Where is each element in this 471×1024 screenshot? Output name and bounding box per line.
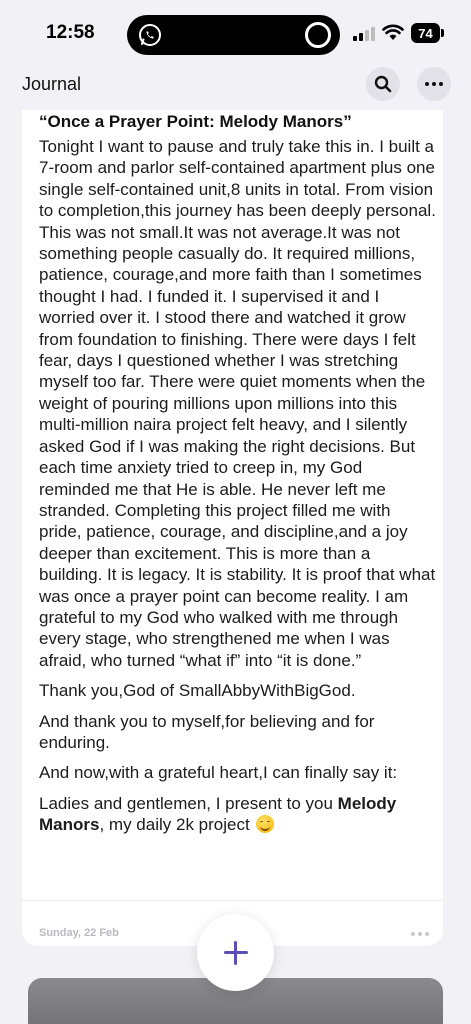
- card-divider: [22, 900, 443, 901]
- add-entry-button[interactable]: [197, 914, 274, 991]
- battery-icon: 74: [411, 23, 440, 43]
- entry-date: Sunday, 22 Feb: [39, 927, 119, 939]
- whatsapp-icon: [139, 24, 161, 46]
- more-icon: [425, 82, 443, 86]
- journal-entry-card[interactable]: “Once a Prayer Point: Melody Manors” Ton…: [22, 110, 443, 946]
- battery-tip: [441, 29, 444, 37]
- entry-paragraph-thanks-god: Thank you,God of SmallAbbyWithBigGod.: [39, 681, 356, 701]
- entry-content: “Once a Prayer Point: Melody Manors” Ton…: [39, 110, 437, 836]
- activity-ring-icon: [305, 22, 331, 48]
- search-icon: [374, 75, 392, 93]
- more-button[interactable]: [417, 67, 451, 101]
- status-time: 12:58: [46, 22, 95, 43]
- signal-icon: [353, 27, 375, 41]
- presentation-text: Ladies and gentlemen, I present to you: [39, 793, 338, 813]
- entry-paragraph-presentation: Ladies and gentlemen, I present to you M…: [39, 793, 437, 836]
- smiling-face-emoji-icon: [256, 815, 275, 834]
- entry-paragraph-thanks-self: And thank you to myself,for believing an…: [39, 711, 375, 752]
- search-button[interactable]: [366, 67, 400, 101]
- wifi-icon: [382, 24, 404, 40]
- page-title: Journal: [22, 74, 82, 94]
- presentation-suffix: , my daily 2k project: [99, 815, 255, 835]
- entry-body: Tonight I want to pause and truly take t…: [39, 137, 436, 670]
- plus-icon: [223, 940, 248, 965]
- entry-paragraph-grateful: And now,with a grateful heart,I can fina…: [39, 763, 398, 783]
- entry-title: “Once a Prayer Point: Melody Manors”: [39, 112, 352, 131]
- status-bar: 12:58 74: [0, 0, 471, 66]
- entry-more-icon[interactable]: [411, 932, 429, 936]
- dynamic-island[interactable]: [127, 15, 340, 55]
